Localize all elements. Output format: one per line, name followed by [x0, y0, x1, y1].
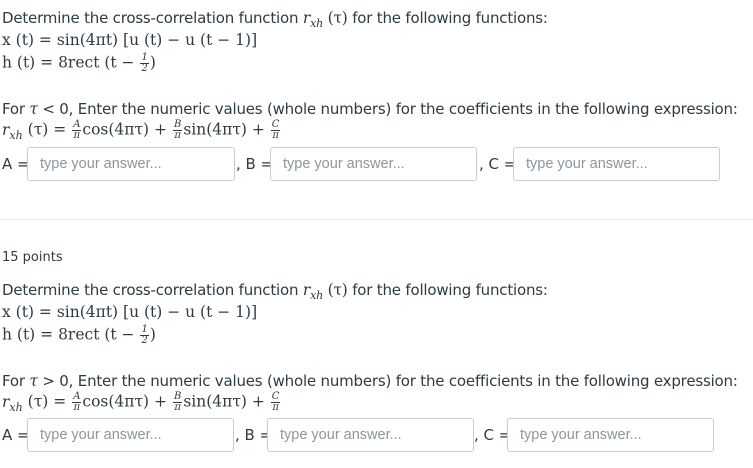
q1-x-equation: x (t) = sin(4πt) [u (t) − u (t − 1)] [2, 31, 258, 49]
q2-x-equation: x (t) = sin(4πt) [u (t) − u (t − 1)] [2, 303, 258, 321]
q2-h-equation: h (t) = 8rect (t − 1 2) [2, 324, 156, 346]
question-divider [0, 219, 753, 220]
q2-prompt: Determine the cross-correlation function… [2, 281, 548, 302]
q1-tau-arg: (τ) [327, 9, 348, 27]
q2-rxh-symbol: rxh [302, 281, 323, 303]
q2-answer-b-input[interactable]: type your answer... [267, 418, 474, 452]
q1-label-a: A = [2, 155, 30, 173]
q1-h-equation: h (t) = 8rect (t − 1 2) [2, 52, 156, 74]
q2-answer-c-input[interactable]: type your answer... [507, 418, 714, 452]
q1-intro-text: Determine the cross-correlation function [2, 9, 299, 27]
q1-expression: rxh (τ) = Aπ cos(4πτ) + Bπ sin(4πτ) + Cπ [2, 119, 281, 142]
q1-label-c: , C = [479, 155, 517, 173]
q1-answer-b-input[interactable]: type your answer... [270, 147, 477, 181]
q1-label-b: , B = [236, 155, 274, 173]
q1-prompt: Determine the cross-correlation function… [2, 9, 548, 30]
q1-intro-tail: for the following functions: [352, 9, 548, 27]
q2-condition: For τ > 0, Enter the numeric values (who… [2, 372, 738, 390]
q2-intro-text: Determine the cross-correlation function [2, 281, 299, 299]
q2-label-c: , C = [474, 426, 512, 444]
q1-answer-a-input[interactable]: type your answer... [27, 147, 235, 181]
q2-tau-arg: (τ) [327, 281, 348, 299]
q2-answer-a-input[interactable]: type your answer... [27, 418, 234, 452]
q2-intro-tail: for the following functions: [352, 281, 548, 299]
q1-answer-c-input[interactable]: type your answer... [513, 147, 720, 181]
q2-label-a: A = [2, 426, 30, 444]
q2-expression: rxh (τ) = Aπ cos(4πτ) + Bπ sin(4πτ) + Cπ [2, 391, 281, 414]
q1-condition: For τ < 0, Enter the numeric values (who… [2, 100, 738, 118]
q2-points: 15 points [2, 250, 63, 265]
q1-rxh-symbol: rxh [302, 9, 323, 31]
